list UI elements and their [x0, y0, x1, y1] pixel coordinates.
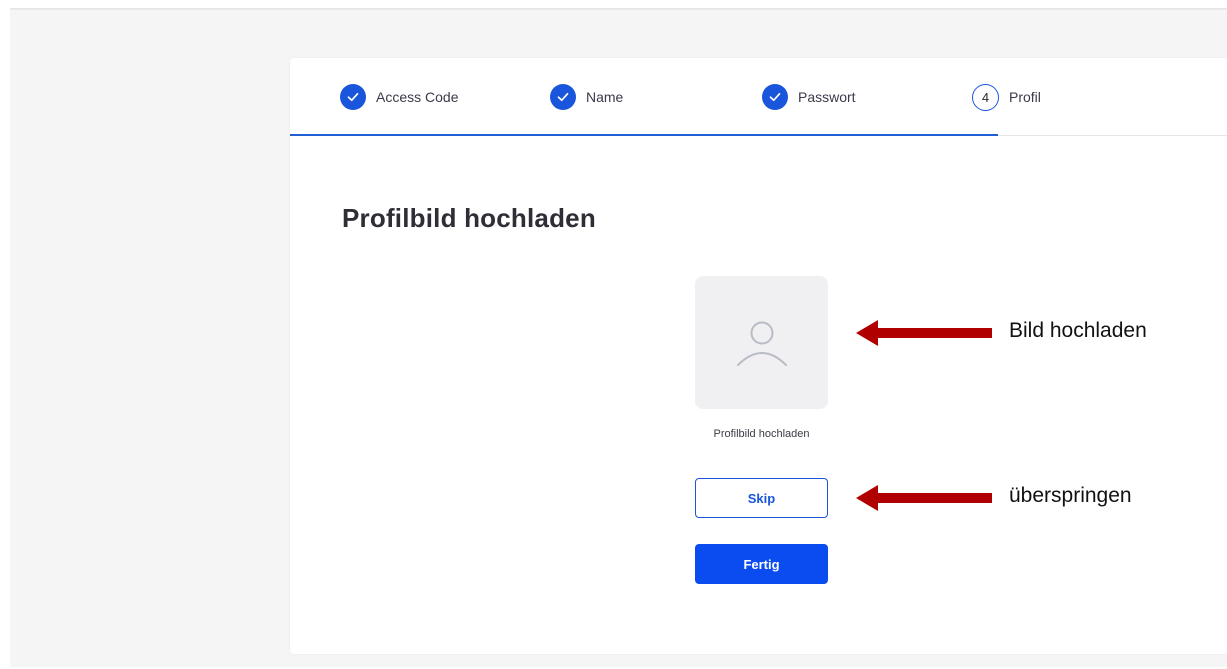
step-label: Profil	[1009, 89, 1041, 105]
step-passwort[interactable]: Passwort	[762, 83, 856, 111]
check-icon	[340, 84, 366, 110]
user-icon	[736, 321, 787, 366]
annotation-upload-note: Bild hochladen	[1009, 319, 1147, 342]
skip-button[interactable]: Skip	[695, 478, 828, 518]
stepper: Access Code Name Passwort 4 Profil	[290, 58, 1227, 136]
step-label: Name	[586, 89, 624, 105]
step-name[interactable]: Name	[550, 83, 623, 111]
step-profil[interactable]: 4 Profil	[972, 83, 1041, 111]
annotation-skip-note: überspringen	[1009, 484, 1132, 507]
avatar-upload-button[interactable]	[695, 276, 828, 409]
annotation-arrow-skip	[856, 485, 992, 511]
check-icon	[550, 84, 576, 110]
check-icon	[762, 84, 788, 110]
step-access-code[interactable]: Access Code	[340, 83, 458, 111]
upload-caption: Profilbild hochladen	[713, 428, 810, 440]
done-button[interactable]: Fertig	[695, 544, 828, 584]
step-label: Access Code	[376, 89, 459, 105]
annotation-arrow-upload	[856, 320, 992, 346]
onboarding-card: Access Code Name Passwort 4 Profil Profi…	[290, 58, 1227, 654]
step-number: 4	[972, 83, 999, 111]
step-label: Passwort	[798, 89, 856, 105]
page-title: Profilbild hochladen	[342, 203, 596, 233]
stepper-progress-bar	[290, 134, 998, 136]
